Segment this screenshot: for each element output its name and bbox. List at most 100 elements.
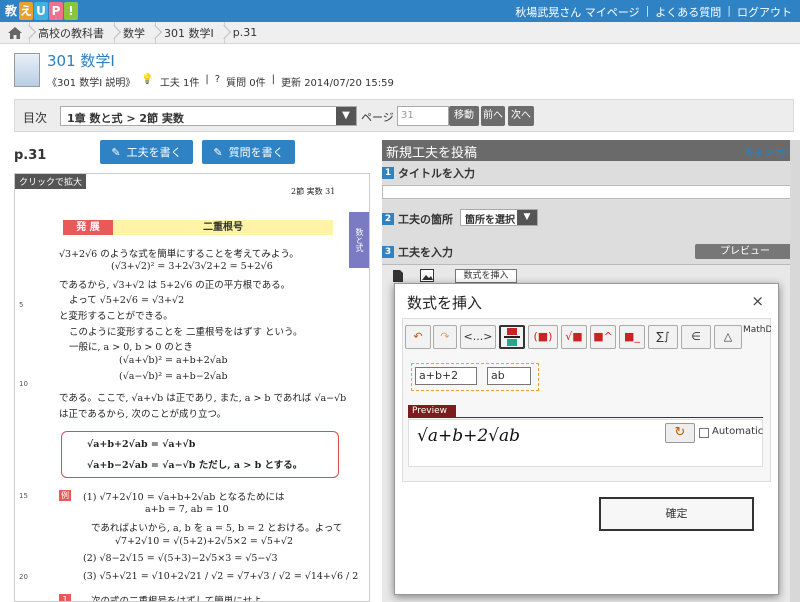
redo-button[interactable]: ↷ [433,325,457,349]
text-line: このように変形することを 二重根号をはずす という。 [69,327,303,338]
text-line: (3) √5+√21 = √10+2√21 / √2 = √7+√3 / √2 … [83,571,359,582]
close-icon[interactable]: × [751,292,764,310]
relations-dropdown[interactable]: ∈ [681,325,711,349]
location-select[interactable]: 箇所を選択 ▼ [460,209,538,226]
home-icon [7,26,22,39]
chevron-down-icon: ▼ [517,210,537,225]
subscript-button[interactable]: ■_ [619,325,645,349]
breadcrumb-label: p.31 [232,26,258,39]
textbook-page-viewer[interactable]: クリックで拡大 2節 実数 31 発 展 二重根号 数と式 √3+2√6 のよう… [14,173,370,602]
breadcrumb-textbooks[interactable]: 高校の教科書 [30,21,122,44]
separator: | [271,74,276,85]
book-cover-thumbnail [14,53,40,87]
formula-field-inner[interactable]: ab [487,367,531,385]
question-icon: ? [214,74,221,85]
toc-label: 目次 [23,111,48,125]
parenthesis-button[interactable]: (■) [528,325,558,349]
site-logo[interactable]: 教 え U P ! [4,2,78,20]
line-number: 10 [19,380,28,388]
fraction-button[interactable] [499,325,525,349]
breadcrumb-math[interactable]: 数学 [115,21,163,44]
text-line: と変形することができる。 [59,311,173,322]
insert-formula-button[interactable]: 数式を挿入 [455,269,517,283]
confirm-button[interactable]: 確定 [599,497,754,531]
sqrt-button[interactable]: √■ [561,325,587,349]
text-line: a+b = 7, ab = 10 [145,504,229,515]
preview-area: √a+b+2√ab ↻ Automatic [408,419,763,467]
formula-modal: 数式を挿入 × ↶ ↷ <...> (■) √■ ■^ ■_ ∑∫ ∈ △ Ma… [394,283,779,595]
theorem-line: √a+b−2√ab = √a−√b ただし, a > b とする。 [87,460,303,471]
write-kufuu-button[interactable]: ✎ 工夫を書く [100,140,193,164]
prev-button[interactable]: 前へ [481,106,505,126]
chevron-down-icon: ▼ [336,107,356,125]
text-line: である。ここで, √a+√b は正であり, また, a > b であれば √a−… [59,393,347,404]
line-number: 15 [19,492,28,500]
pencil-icon: ✎ [111,145,121,159]
breadcrumb-home[interactable] [0,21,37,44]
button-label: 質問を書く [228,146,284,159]
exercise-tag: 1 [59,594,71,601]
updated-date: 更新 2014/07/20 15:59 [281,78,394,89]
modal-title: 数式を挿入 [407,294,483,312]
preview-formula: √a+b+2√ab [417,426,521,446]
button-label: 工夫を書く [126,146,182,159]
write-question-button[interactable]: ✎ 質問を書く [202,140,295,164]
book-meta: 《301 数学Ⅰ 説明》 💡 工夫 1件 | ? 質問 0件 | 更新 2014… [47,74,394,89]
step-label: タイトルを入力 [398,167,475,180]
panel-title: 新規工夫を投稿 [386,146,478,161]
preview-button[interactable]: プレビュー [695,244,795,259]
text-line: であればよいから, a, b を a = 5, b = 2 とおける。よって [91,523,343,534]
logout-link[interactable]: ログアウト [737,4,792,20]
pencil-icon: ✎ [213,145,223,159]
logo-letter: 教 [4,2,18,20]
text-line: 次の式の二重根号をはずして簡単にせよ。 [91,596,272,602]
breadcrumb-book[interactable]: 301 数学Ⅰ [156,21,231,44]
step-location: 2 工夫の箇所 [382,211,453,227]
operators-dropdown[interactable]: ∑∫ [648,325,678,349]
step-number: 2 [382,213,394,225]
faq-link[interactable]: よくある質問 [655,4,721,20]
text-line: √3+2√6 のような式を簡単にすることを考えてみよう。 [59,249,299,260]
breadcrumb-label: 数学 [123,26,145,40]
mypage-link[interactable]: 秋場武晃さん マイページ [515,4,639,20]
text-line: であるから, √3+√2 は 5+2√6 の正の平方根である。 [59,280,291,291]
automatic-checkbox[interactable] [699,428,709,438]
zoom-hint[interactable]: クリックで拡大 [15,174,87,189]
breadcrumb-label: 301 数学Ⅰ [164,26,214,40]
separator: | [727,4,731,17]
page-label: ページ [361,111,394,124]
toc-select[interactable]: 1章 数と式 > 2節 実数 ▼ [60,106,357,126]
hatten-label: 発 展 [63,220,113,235]
step-content: 3 工夫を入力 [382,244,453,260]
step-number: 3 [382,246,394,258]
book-title[interactable]: 301 数学Ⅰ [47,50,115,71]
next-button[interactable]: 次へ [508,106,534,126]
superscript-button[interactable]: ■^ [590,325,616,349]
separator: | [645,4,650,17]
logo-letter: ! [64,2,78,20]
undo-button[interactable]: ↶ [405,325,431,349]
symbols-dropdown[interactable]: △ [714,325,742,349]
page-input[interactable]: 31 [397,106,449,126]
refresh-icon[interactable]: ↻ [665,423,695,443]
image-icon[interactable] [420,269,434,282]
example-tag: 例1 [59,490,71,511]
page-number: p.31 [14,148,47,163]
breadcrumb: 高校の教科書 数学 301 数学Ⅰ p.31 [0,21,800,44]
formula-editor-panel: ↶ ↷ <...> (■) √■ ■^ ■_ ∑∫ ∈ △ MathDoxMa … [402,318,771,482]
book-code[interactable]: 《301 数学Ⅰ 説明》 [47,74,135,89]
logo-letter: え [19,2,33,20]
move-button[interactable]: 移動 [449,106,479,126]
line-number: 20 [19,573,28,581]
top-links: 秋場武晃さん マイページ | よくある質問 | ログアウト [515,4,792,20]
text-line: (√3+√2)² = 3+2√3√2+2 = 5+2√6 [111,261,273,272]
formula-field-radicand[interactable]: a+b+2 [415,367,477,385]
automatic-label: Automatic [712,426,764,437]
scrollbar[interactable] [790,140,800,602]
toc-selected-value: 1章 数と式 > 2節 実数 [67,112,184,125]
cancel-link[interactable]: キャンセル [744,144,794,159]
theorem-line: √a+b+2√ab = √a+√b [87,439,196,450]
file-icon[interactable] [392,269,404,283]
title-input[interactable] [382,185,800,199]
tag-button[interactable]: <...> [460,325,496,349]
